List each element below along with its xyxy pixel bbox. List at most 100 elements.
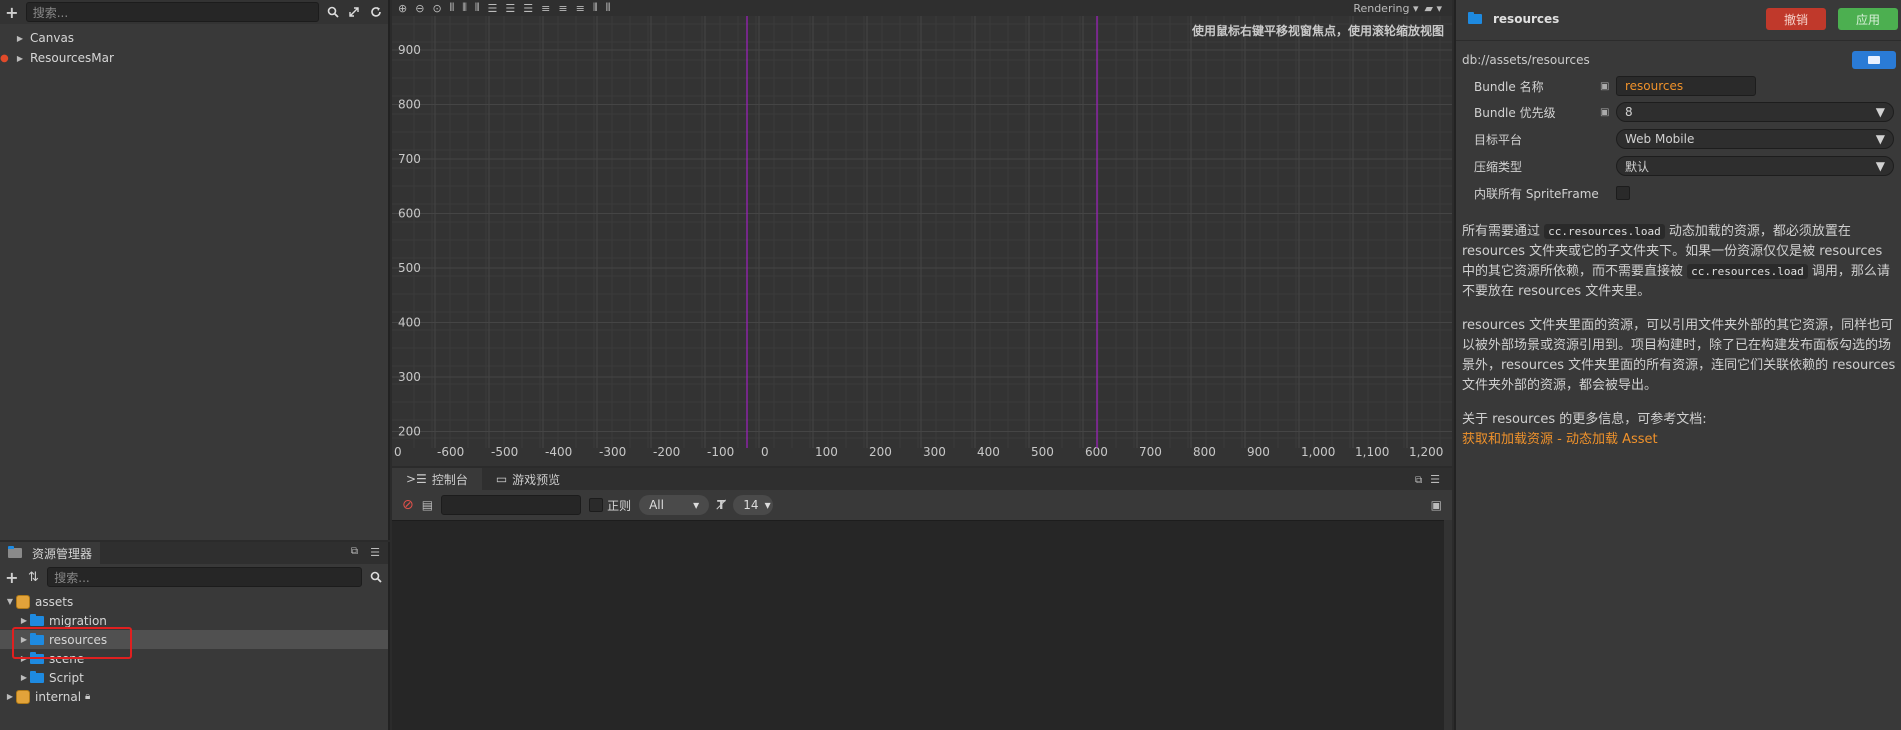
panel-popout-icon[interactable]: ⧉ — [351, 546, 358, 557]
y-tick-label: 800 — [398, 98, 421, 112]
clear-icon[interactable]: ⊘ — [402, 497, 414, 513]
scene-viewport[interactable]: 0 -600 -500 -400 -300 -200 -100 0 100 200 300 400 50… — [392, 16, 1452, 466]
revert-button[interactable]: 撤销 — [1766, 8, 1826, 30]
distribute-top-icon[interactable]: ≡ — [541, 2, 550, 15]
open-log-file-icon[interactable]: ▤ — [422, 498, 433, 512]
x-tick-label: 100 — [815, 445, 838, 459]
x-tick-label: -200 — [653, 445, 680, 459]
x-tick-label: -300 — [599, 445, 626, 459]
assets-tabbar: 资源管理器 ⧉ ☰ — [0, 542, 388, 564]
folder-open-icon — [1868, 56, 1880, 64]
align-hcenter-icon[interactable]: ⫴ — [462, 1, 467, 15]
assets-toolbar: + ⇅ 搜索... — [0, 564, 388, 590]
expand-arrow-icon[interactable]: ▶ — [18, 673, 30, 682]
regex-checkbox[interactable]: 正则 — [589, 497, 631, 514]
asset-node-assets[interactable]: ▼ assets — [0, 592, 388, 611]
x-tick-label: -500 — [491, 445, 518, 459]
expand-arrow-icon[interactable]: ▶ — [4, 692, 16, 701]
distribute-bottom-icon[interactable]: ≡ — [576, 2, 585, 15]
rendering-dropdown[interactable]: Rendering ▾ — [1353, 2, 1418, 15]
search-icon[interactable] — [368, 569, 384, 585]
zoom-out-icon[interactable]: ⊖ — [415, 2, 424, 15]
asset-path: db://assets/resources — [1462, 53, 1590, 67]
folder-icon — [8, 546, 22, 558]
inspector-panel: resources 撤销 应用 db://assets/resources Bu… — [1454, 0, 1901, 730]
log-level-select[interactable]: All ▾ — [639, 495, 710, 515]
align-bottom-icon[interactable]: ☰ — [523, 2, 533, 15]
inspector-header: resources — [1468, 12, 1559, 26]
console-filter-input[interactable] — [441, 495, 582, 515]
checkbox-box[interactable] — [589, 498, 604, 512]
docs-link[interactable]: 获取和加载资源 - 动态加载 Asset — [1462, 430, 1898, 450]
y-tick-label: 700 — [398, 152, 421, 166]
hierarchy-panel: + 搜索... ▶ Canvas ● ▶ ResourcesMar — [0, 0, 390, 540]
hierarchy-node-canvas[interactable]: ▶ Canvas — [0, 28, 388, 48]
folder-icon — [1468, 12, 1482, 24]
database-icon — [16, 689, 30, 704]
sort-icon[interactable]: ⇅ — [26, 569, 42, 585]
x-tick-label: 500 — [1031, 445, 1054, 459]
assets-search-input[interactable]: 搜索... — [47, 567, 363, 587]
align-top-icon[interactable]: ☰ — [488, 2, 498, 15]
add-icon[interactable]: + — [4, 568, 20, 587]
prop-bundle-name: Bundle 名称 ▣ resources — [1474, 75, 1894, 97]
scene-panel: ⊕ ⊖ ⊙ ⫴ ⫴ ⫴ ☰ ☰ ☰ ≡ ≡ ≡ ⦀ ⦀ Rendering ▾ … — [392, 0, 1452, 466]
x-tick-label: 900 — [1247, 445, 1270, 459]
tab-game-preview[interactable]: ▭ 游戏预览 — [482, 468, 574, 490]
expand-arrow-icon[interactable]: ▶ — [14, 34, 26, 43]
zoom-reset-icon[interactable]: ⊙ — [432, 2, 441, 15]
zoom-in-icon[interactable]: ⊕ — [398, 2, 407, 15]
bundle-priority-select[interactable]: 8 ▼ — [1616, 102, 1894, 122]
font-size-select[interactable]: 14 ▾ — [733, 495, 774, 515]
asset-node-internal[interactable]: ▶ internal 🔒︎ — [0, 687, 388, 706]
console-scrollbar[interactable] — [1444, 520, 1452, 730]
camera-icon[interactable]: ▰ ▾ — [1425, 2, 1442, 15]
x-tick-label: 700 — [1139, 445, 1162, 459]
y-tick-label: 400 — [398, 316, 421, 330]
collapse-arrow-icon[interactable]: ▼ — [4, 597, 16, 606]
bundle-name-input[interactable]: resources — [1616, 76, 1756, 96]
align-right-icon[interactable]: ⫴ — [475, 1, 480, 15]
resources-description-1: 所有需要通过 cc.resources.load 动态加载的资源，都必须放置在 … — [1462, 224, 1890, 299]
distribute-right-icon[interactable]: ⦀ — [606, 1, 611, 15]
font-size-icon: Ⱦ — [717, 498, 726, 512]
console-log-area[interactable] — [392, 520, 1444, 730]
tab-assets[interactable]: 资源管理器 — [0, 542, 101, 564]
align-vcenter-icon[interactable]: ☰ — [505, 2, 515, 15]
y-tick-label: 600 — [398, 207, 421, 221]
inline-spriteframe-checkbox[interactable] — [1616, 186, 1630, 200]
x-tick-label: 400 — [977, 445, 1000, 459]
collapse-icon[interactable] — [347, 4, 363, 20]
tab-console[interactable]: >☰ 控制台 — [392, 468, 482, 490]
prop-compression-type: 压缩类型 默认 ▼ — [1474, 155, 1894, 177]
hierarchy-node-resourcesmar[interactable]: ● ▶ ResourcesMar — [0, 48, 388, 68]
distribute-left-icon[interactable]: ⦀ — [593, 1, 598, 15]
y-tick-label: 500 — [398, 261, 421, 275]
compression-type-select[interactable]: 默认 ▼ — [1616, 156, 1894, 176]
panel-popout-icon[interactable]: ⧉ — [1415, 475, 1422, 486]
expand-arrow-icon[interactable]: ▶ — [14, 54, 26, 63]
asset-node-script[interactable]: ▶ Script — [0, 668, 388, 687]
search-icon[interactable] — [325, 4, 341, 20]
x-tick-label: 1,200 — [1409, 445, 1443, 459]
panel-menu-icon[interactable]: ☰ — [1430, 473, 1440, 486]
distribute-vcenter-icon[interactable]: ≡ — [558, 2, 567, 15]
prop-target-platform: 目标平台 Web Mobile ▼ — [1474, 128, 1894, 150]
add-icon[interactable]: + — [4, 3, 20, 22]
align-left-icon[interactable]: ⫴ — [450, 1, 455, 15]
console-panel: >☰ 控制台 ▭ 游戏预览 ⧉ ☰ ⊘ ▤ 正则 All ▾ Ⱦ 14 ▾ ▣ — [392, 468, 1452, 730]
panel-menu-icon[interactable]: ☰ — [370, 546, 380, 559]
collapse-panel-icon[interactable]: ▣ — [1431, 498, 1442, 512]
x-tick-label: 1,000 — [1301, 445, 1335, 459]
refresh-icon[interactable] — [368, 4, 384, 20]
apply-button[interactable]: 应用 — [1838, 8, 1898, 30]
highlight-box — [12, 627, 132, 659]
lock-icon: ▣ — [1600, 106, 1610, 118]
open-folder-button[interactable] — [1852, 51, 1896, 69]
target-platform-select[interactable]: Web Mobile ▼ — [1616, 129, 1894, 149]
expand-arrow-icon[interactable]: ▶ — [18, 616, 30, 625]
search-placeholder: 搜索... — [54, 570, 90, 585]
x-tick-label: 800 — [1193, 445, 1216, 459]
hierarchy-search-input[interactable]: 搜索... — [25, 2, 319, 22]
lock-icon: 🔒︎ — [85, 691, 91, 702]
